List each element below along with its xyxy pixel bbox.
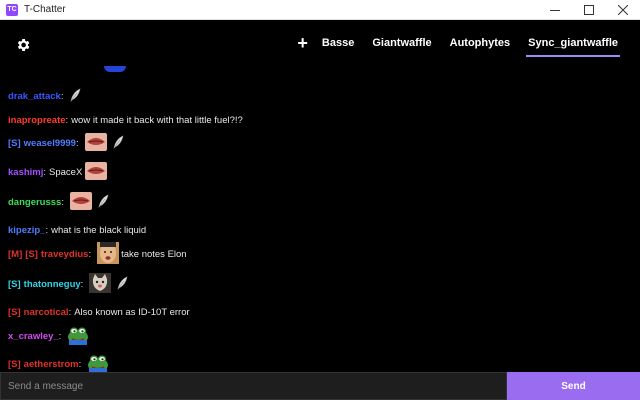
chat-message: [S] thatonneguy: xyxy=(8,272,130,296)
chat-username[interactable]: traveydius xyxy=(41,249,89,260)
chat-username[interactable]: kipezip_ xyxy=(8,225,46,236)
tab-basse[interactable]: Basse xyxy=(322,20,354,66)
chat-message: kashimj: SpaceX xyxy=(8,161,109,183)
window-title: T-Chatter xyxy=(24,4,66,15)
feather-emote xyxy=(112,135,124,152)
username-separator: : xyxy=(60,90,64,102)
chat-message-text: wow it made it back with that little fue… xyxy=(71,114,243,126)
tab-sync-giantwaffle[interactable]: Sync_giantwaffle xyxy=(526,20,620,66)
chat-username[interactable]: narcotical xyxy=(24,307,69,318)
chat-message-text: what is the black liquid xyxy=(51,224,147,236)
username-separator: : xyxy=(58,330,62,342)
maximize-icon xyxy=(584,4,594,15)
user-badge: [S] xyxy=(25,248,38,260)
lips-emote xyxy=(85,161,108,183)
chat-username[interactable]: x_crawley_ xyxy=(8,331,59,342)
add-tab-button[interactable]: + xyxy=(297,34,308,52)
username-separator: : xyxy=(45,224,49,236)
pepe-emote xyxy=(87,353,109,372)
chat-username[interactable]: thatonneguy xyxy=(24,279,81,290)
cutoff-emote xyxy=(104,66,126,72)
chat-message-text: Also known as ID-10T error xyxy=(74,306,190,318)
chat-message-text: SpaceX xyxy=(49,166,83,178)
title-bar: TC T-Chatter xyxy=(0,0,640,20)
username-separator: : xyxy=(88,248,92,260)
user-badge: [M] xyxy=(8,248,23,260)
chat-username[interactable]: aetherstrom xyxy=(24,359,79,370)
close-window-button[interactable] xyxy=(606,0,640,20)
chat-message: dangerusss: xyxy=(8,191,111,213)
username-separator: : xyxy=(68,306,72,318)
face-emote xyxy=(97,241,120,267)
close-icon xyxy=(618,4,628,15)
chat-username[interactable]: weasel9999 xyxy=(24,138,76,149)
chat-message: inapropreate: wow it made it back with th… xyxy=(8,110,243,130)
chat-username[interactable]: inapropreate xyxy=(8,115,66,126)
tab-giantwaffle[interactable]: Giantwaffle xyxy=(372,20,431,66)
message-input[interactable] xyxy=(0,372,507,400)
channel-header: + Basse Giantwaffle Autophytes Sync_gian… xyxy=(0,20,640,66)
minimize-button[interactable] xyxy=(538,0,572,20)
username-separator: : xyxy=(43,166,47,178)
tab-autophytes[interactable]: Autophytes xyxy=(450,20,511,66)
lips-emote xyxy=(69,191,92,213)
chat-messages[interactable]: drak_attack: inapropreate: wow it made it … xyxy=(0,66,640,372)
user-badge: [S] xyxy=(8,278,21,290)
chat-message: kipezip_: what is the black liquid xyxy=(8,220,146,240)
lips-emote xyxy=(84,132,107,154)
chat-message: [M] [S] traveydius: take notes Elon xyxy=(8,241,187,267)
channel-tabs: + Basse Giantwaffle Autophytes Sync_gian… xyxy=(297,20,640,66)
username-separator: : xyxy=(65,114,69,126)
chat-username[interactable]: kashimj xyxy=(8,167,43,178)
chat-message: [S] aetherstrom: xyxy=(8,354,111,372)
chat-message: drak_attack: xyxy=(8,86,83,106)
chat-message: x_crawley_: xyxy=(8,326,91,346)
send-button[interactable]: Send xyxy=(507,372,640,400)
maximize-button[interactable] xyxy=(572,0,606,20)
user-badge: [S] xyxy=(8,137,21,149)
username-separator: : xyxy=(75,137,79,149)
username-separator: : xyxy=(80,278,84,290)
chat-message-text: take notes Elon xyxy=(121,248,187,260)
chat-message: [S] weasel9999: xyxy=(8,132,126,154)
window-controls xyxy=(538,0,640,20)
message-composer: Send xyxy=(0,372,640,400)
user-badge: [S] xyxy=(8,358,21,370)
pepe-emote xyxy=(67,325,89,348)
app-logo-icon: TC xyxy=(6,3,18,16)
chat-username[interactable]: drak_attack xyxy=(8,91,61,102)
username-separator: : xyxy=(61,196,64,208)
chat-username[interactable]: dangerusss xyxy=(8,197,61,208)
minimize-icon xyxy=(550,9,560,11)
feather-emote xyxy=(97,194,109,211)
gear-icon[interactable] xyxy=(15,37,31,53)
chat-message: [S] narcotical: Also known as ID-10T error xyxy=(8,302,190,322)
user-badge: [S] xyxy=(8,306,21,318)
feather-emote xyxy=(116,276,128,293)
feather-emote xyxy=(69,88,81,105)
cat-emote xyxy=(89,272,112,296)
username-separator: : xyxy=(78,358,82,370)
